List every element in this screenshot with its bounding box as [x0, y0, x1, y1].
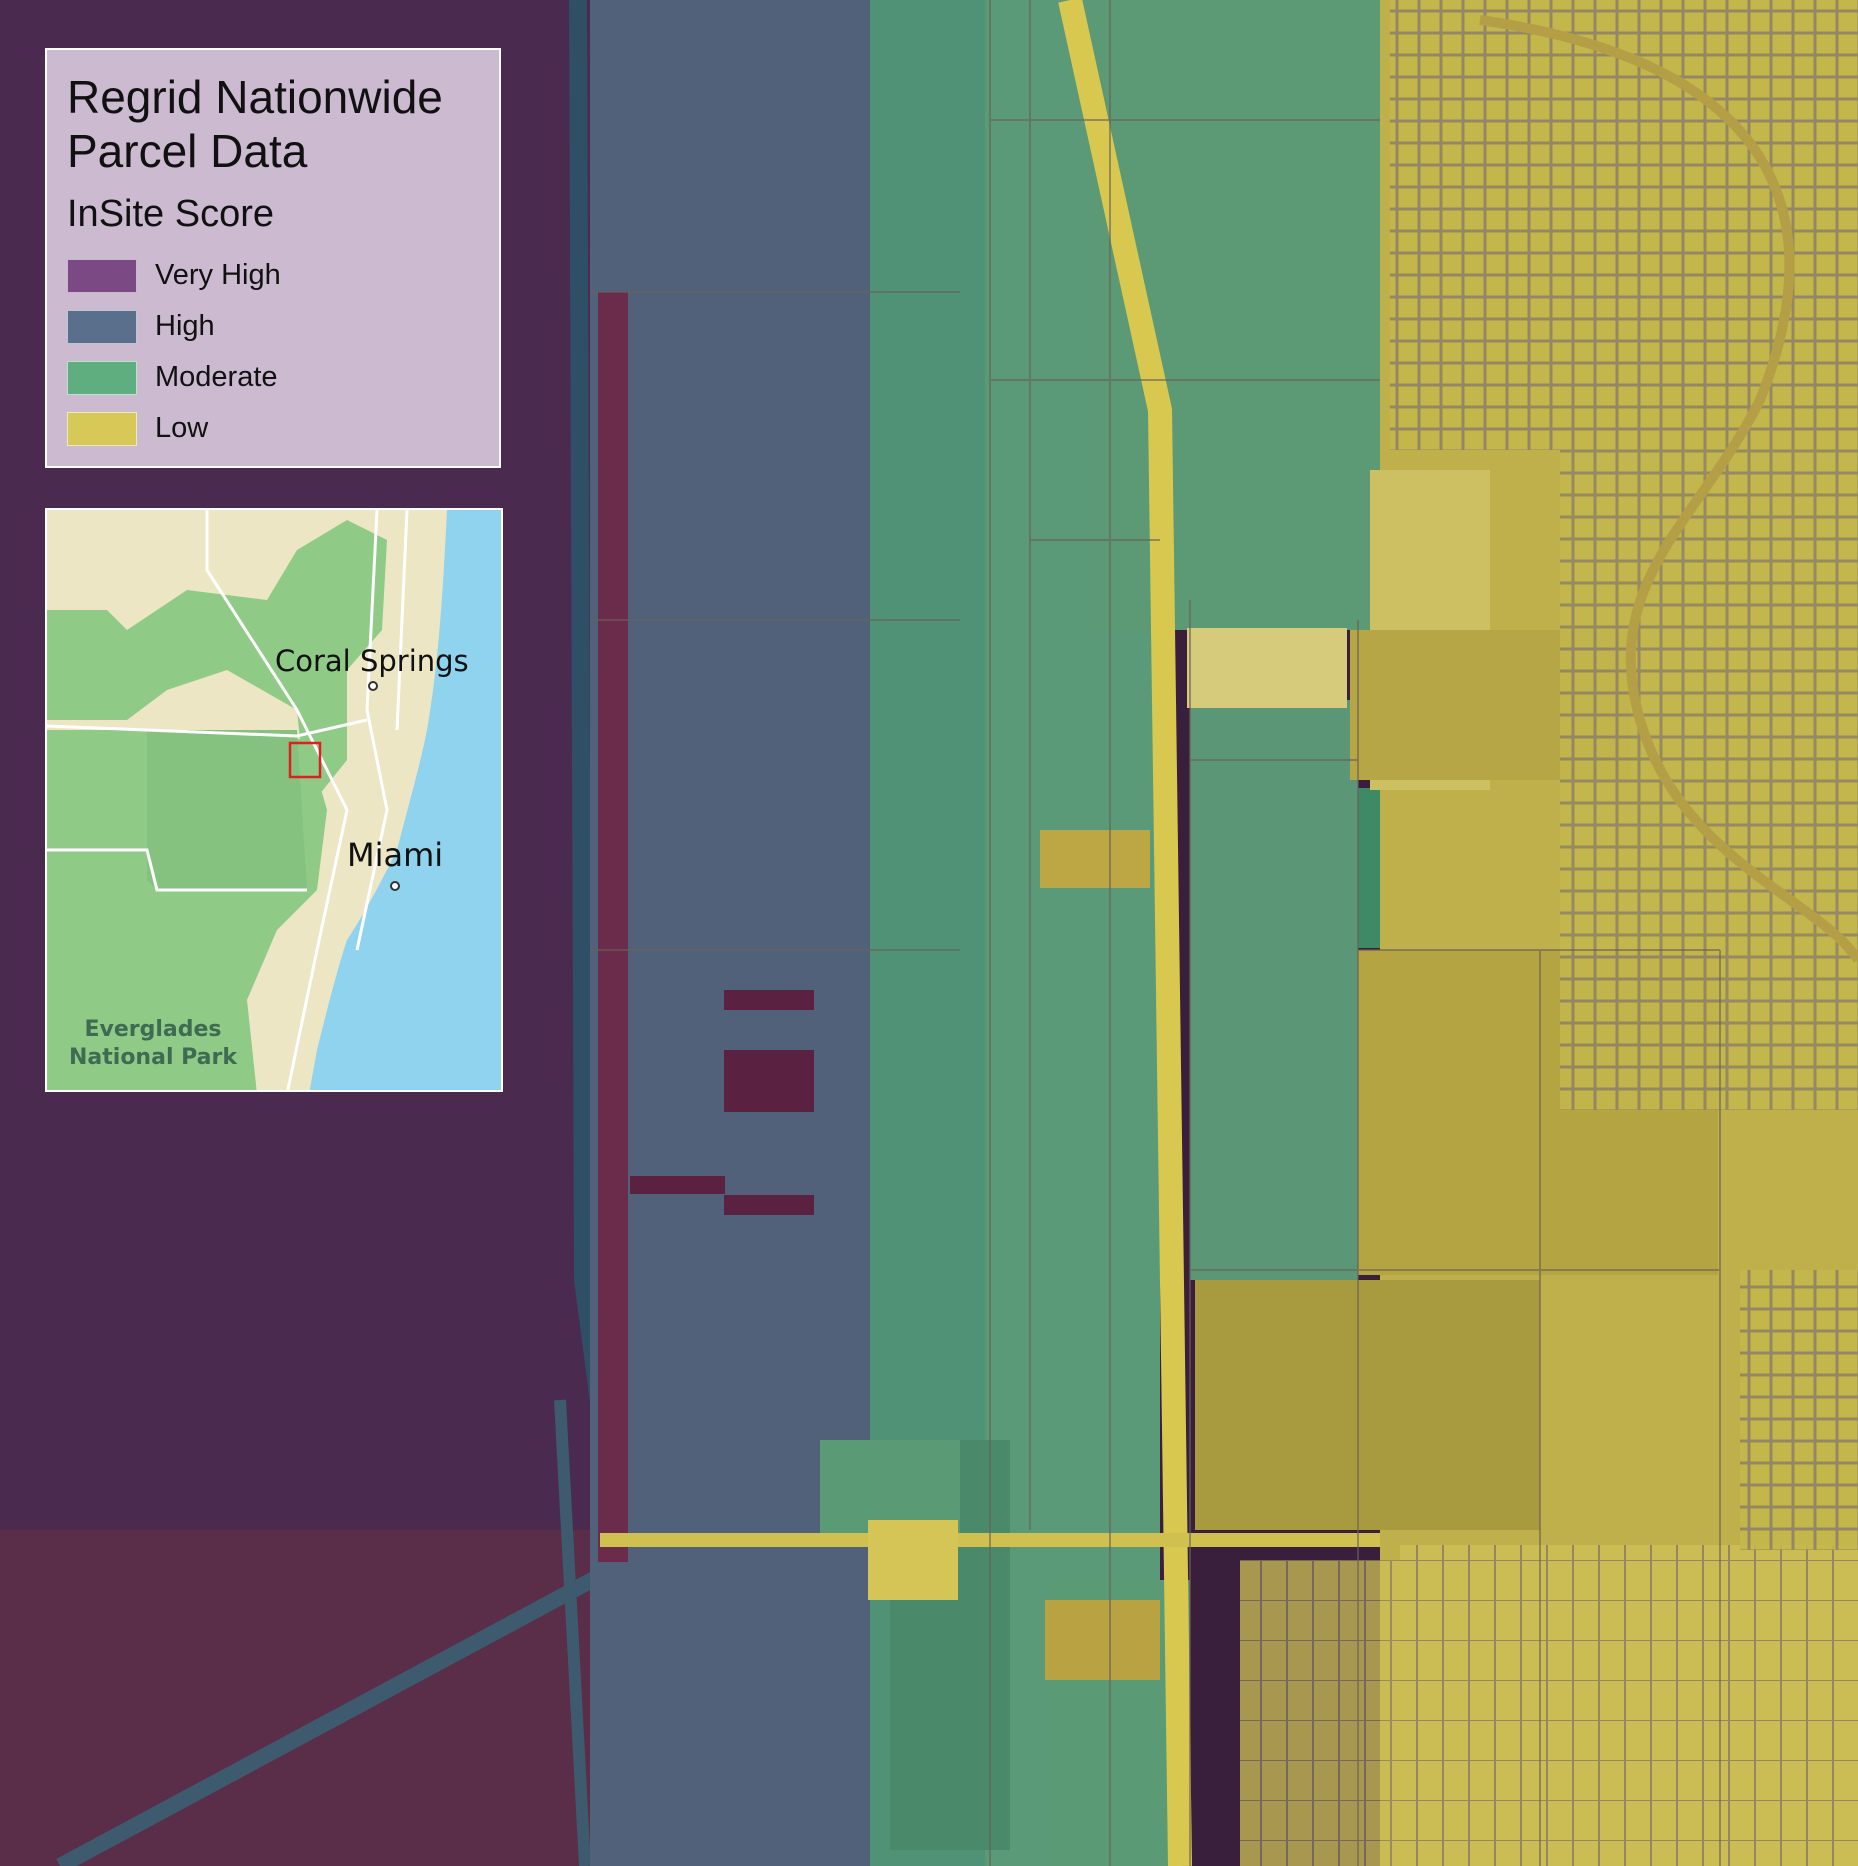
parcel-very-high-2 [724, 1050, 814, 1112]
legend-label-high: High [155, 310, 215, 342]
residential-south [1400, 1545, 1858, 1866]
zone-low-intersection [868, 1520, 958, 1600]
legend-swatch-low [67, 411, 137, 446]
legend-swatch-high [67, 309, 137, 344]
zone-low-south-small [1045, 1600, 1160, 1680]
inset-map-graphic [47, 510, 501, 1090]
legend-item-very-high: Very High [67, 250, 479, 301]
zone-low-south-west [1195, 1280, 1540, 1530]
residential-southwest [1240, 1560, 1400, 1866]
legend-item-low: Low [67, 403, 479, 454]
legend-label-low: Low [155, 412, 209, 444]
legend-panel: Regrid Nationwide Parcel Data InSite Sco… [45, 48, 501, 468]
residential-east [1560, 450, 1858, 1110]
legend-label-very-high: Very High [155, 259, 281, 291]
parcel-very-high-4 [630, 1176, 725, 1194]
legend-subtitle: InSite Score [67, 193, 274, 235]
legend-title: Regrid Nationwide Parcel Data [67, 71, 443, 177]
legend-label-moderate: Moderate [155, 361, 278, 393]
inset-green-reserve [147, 730, 307, 890]
zone-very-high-southwest [0, 1530, 640, 1866]
zone-very-high-strip [598, 292, 628, 1562]
inset-city-coral-springs: Coral Springs [275, 644, 469, 678]
zone-low-parcel [1187, 628, 1347, 708]
miami-dot [390, 881, 400, 891]
legend-swatch-moderate [67, 360, 137, 395]
inset-park-label: Everglades National Park [69, 1017, 237, 1070]
parcel-map[interactable]: Regrid Nationwide Parcel Data InSite Sco… [0, 0, 1858, 1866]
parcel-very-high-3 [724, 1195, 814, 1215]
coral-springs-dot [368, 681, 378, 691]
residential-southeast [1740, 1270, 1858, 1550]
zone-moderate-mid [1190, 700, 1358, 1280]
legend-item-high: High [67, 301, 479, 352]
zone-low-small [1040, 830, 1150, 888]
legend-swatch-very-high [67, 258, 137, 293]
legend-item-moderate: Moderate [67, 352, 479, 403]
locator-inset-map: Coral Springs Miami Everglades National … [45, 508, 503, 1092]
inset-city-miami: Miami [347, 836, 444, 874]
parcel-very-high-1 [724, 990, 814, 1010]
